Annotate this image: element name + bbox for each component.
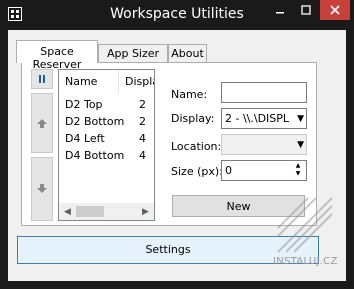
maximize-icon — [301, 5, 311, 15]
display-select-value: 2 - \\.\DISPL — [225, 112, 290, 125]
item-display: 2 — [139, 115, 146, 128]
name-label: Name: — [171, 88, 208, 101]
list-header: Name Displa — [59, 70, 154, 93]
location-select[interactable]: ▼ — [221, 134, 307, 155]
display-select[interactable]: 2 - \\.\DISPL ▼ — [221, 108, 307, 129]
tab-about[interactable]: About — [168, 44, 207, 63]
pause-icon — [39, 75, 45, 83]
item-display: 4 — [139, 132, 146, 145]
item-name: D2 Top — [65, 98, 103, 111]
watermark-logo — [277, 197, 333, 253]
location-label: Location: — [171, 140, 222, 153]
move-down-button[interactable] — [31, 157, 53, 221]
size-spinner[interactable]: ▲ ▼ — [291, 162, 305, 179]
list-item[interactable]: D2 Top 2 — [59, 97, 154, 114]
scroll-thumb[interactable] — [76, 206, 104, 217]
size-stepper[interactable]: 0 ▲ ▼ — [221, 160, 307, 181]
tab-app-sizer[interactable]: App Sizer — [98, 44, 168, 63]
scroll-right-icon[interactable]: ▶ — [137, 203, 154, 220]
title-bar[interactable]: Workspace Utilities — [0, 0, 354, 30]
watermark-text: INSTALUJ.CZ — [273, 256, 338, 267]
item-name: D4 Left — [65, 132, 105, 145]
name-input[interactable] — [221, 82, 307, 103]
spin-up-icon[interactable]: ▲ — [291, 162, 305, 170]
column-header-name[interactable]: Name — [59, 70, 119, 93]
tab-space-reserver[interactable]: Space Reserver — [16, 40, 98, 71]
chevron-down-icon: ▼ — [297, 114, 304, 124]
pause-button[interactable] — [31, 69, 53, 89]
minimize-button[interactable] — [267, 0, 293, 20]
reservation-list[interactable]: Name Displa D2 Top 2 D2 Bottom 2 D4 Left… — [58, 69, 155, 221]
spin-down-icon[interactable]: ▼ — [291, 170, 305, 178]
list-item[interactable]: D4 Bottom 4 — [59, 148, 154, 165]
item-name: D4 Bottom — [65, 149, 125, 162]
arrow-up-icon — [37, 119, 47, 128]
horizontal-scrollbar[interactable]: ◀ ▶ — [59, 203, 154, 220]
column-header-display[interactable]: Displa — [119, 70, 154, 93]
chevron-down-icon: ▼ — [297, 140, 304, 150]
list-item[interactable]: D4 Left 4 — [59, 131, 154, 148]
app-window: Workspace Utilities Space Reserver App S… — [0, 0, 354, 289]
minimize-icon — [276, 12, 284, 14]
scroll-left-icon[interactable]: ◀ — [59, 203, 76, 220]
close-icon — [330, 5, 340, 15]
maximize-button[interactable] — [293, 0, 319, 20]
display-label: Display: — [171, 112, 215, 125]
list-item[interactable]: D2 Bottom 2 — [59, 114, 154, 131]
item-display: 2 — [139, 98, 146, 111]
size-value: 0 — [225, 164, 232, 177]
close-button[interactable] — [320, 0, 350, 20]
arrow-down-icon — [37, 184, 47, 193]
item-name: D2 Bottom — [65, 115, 125, 128]
item-display: 4 — [139, 149, 146, 162]
size-label: Size (px): — [171, 165, 223, 178]
move-up-button[interactable] — [31, 93, 53, 153]
